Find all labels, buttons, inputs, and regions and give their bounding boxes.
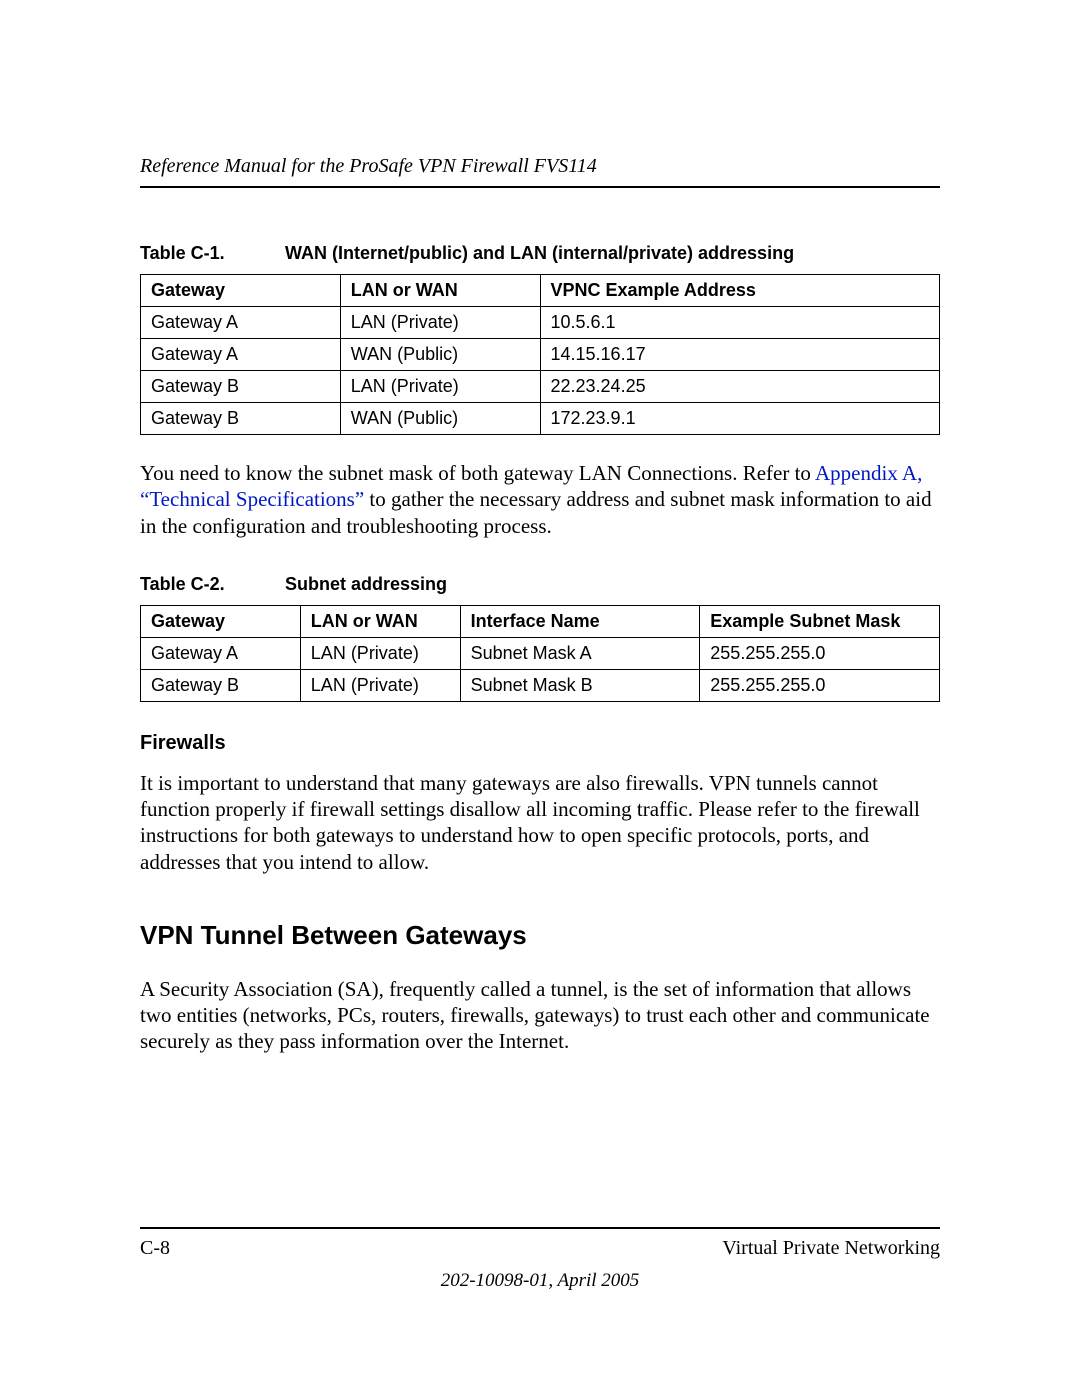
table-header-cell: VPNC Example Address bbox=[540, 275, 940, 307]
table-cell: 14.15.16.17 bbox=[540, 339, 940, 371]
table-cell: LAN (Private) bbox=[340, 371, 540, 403]
document-page: Reference Manual for the ProSafe VPN Fir… bbox=[0, 0, 1080, 1397]
paragraph-vpn-tunnel: A Security Association (SA), frequently … bbox=[140, 976, 940, 1055]
heading-firewalls: Firewalls bbox=[140, 732, 940, 755]
table-row: Gateway A LAN (Private) 10.5.6.1 bbox=[141, 307, 940, 339]
table-header-cell: Interface Name bbox=[460, 605, 700, 637]
table-cell: 10.5.6.1 bbox=[540, 307, 940, 339]
table-cell: Subnet Mask B bbox=[460, 669, 700, 701]
table-row: Gateway A LAN (Private) Subnet Mask A 25… bbox=[141, 637, 940, 669]
page-footer: C-8 Virtual Private Networking 202-10098… bbox=[140, 1227, 940, 1292]
table-c1-number: Table C-1. bbox=[140, 243, 280, 264]
table-header-cell: Example Subnet Mask bbox=[700, 605, 940, 637]
table-cell: 255.255.255.0 bbox=[700, 637, 940, 669]
table-row: Gateway B LAN (Private) 22.23.24.25 bbox=[141, 371, 940, 403]
table-cell: Gateway B bbox=[141, 669, 301, 701]
table-cell: Gateway A bbox=[141, 307, 341, 339]
table-c2-title: Subnet addressing bbox=[285, 574, 447, 594]
table-cell: 22.23.24.25 bbox=[540, 371, 940, 403]
table-row: Gateway B LAN (Private) Subnet Mask B 25… bbox=[141, 669, 940, 701]
table-c1: Gateway LAN or WAN VPNC Example Address … bbox=[140, 274, 940, 435]
footer-rule bbox=[140, 1227, 940, 1229]
table-cell: LAN (Private) bbox=[300, 637, 460, 669]
table-header-cell: Gateway bbox=[141, 605, 301, 637]
table-cell: WAN (Public) bbox=[340, 339, 540, 371]
table-cell: Subnet Mask A bbox=[460, 637, 700, 669]
table-row: Gateway LAN or WAN VPNC Example Address bbox=[141, 275, 940, 307]
table-row: Gateway B WAN (Public) 172.23.9.1 bbox=[141, 403, 940, 435]
table-row: Gateway LAN or WAN Interface Name Exampl… bbox=[141, 605, 940, 637]
table-cell: 255.255.255.0 bbox=[700, 669, 940, 701]
table-cell: Gateway B bbox=[141, 403, 341, 435]
footer-section-title: Virtual Private Networking bbox=[722, 1237, 940, 1260]
text-fragment: You need to know the subnet mask of both… bbox=[140, 461, 815, 485]
paragraph-firewalls: It is important to understand that many … bbox=[140, 770, 940, 875]
footer-page-number: C-8 bbox=[140, 1237, 170, 1260]
table-row: Gateway A WAN (Public) 14.15.16.17 bbox=[141, 339, 940, 371]
table-c2-caption: Table C-2. Subnet addressing bbox=[140, 574, 940, 595]
paragraph-subnet-mask-note: You need to know the subnet mask of both… bbox=[140, 460, 940, 539]
table-cell: Gateway B bbox=[141, 371, 341, 403]
table-c2-number: Table C-2. bbox=[140, 574, 280, 595]
table-cell: 172.23.9.1 bbox=[540, 403, 940, 435]
table-cell: Gateway A bbox=[141, 339, 341, 371]
table-cell: LAN (Private) bbox=[340, 307, 540, 339]
table-c2: Gateway LAN or WAN Interface Name Exampl… bbox=[140, 605, 940, 702]
running-header: Reference Manual for the ProSafe VPN Fir… bbox=[140, 155, 940, 178]
table-header-cell: LAN or WAN bbox=[300, 605, 460, 637]
heading-vpn-tunnel: VPN Tunnel Between Gateways bbox=[140, 920, 940, 951]
table-cell: Gateway A bbox=[141, 637, 301, 669]
table-cell: WAN (Public) bbox=[340, 403, 540, 435]
table-header-cell: Gateway bbox=[141, 275, 341, 307]
table-cell: LAN (Private) bbox=[300, 669, 460, 701]
table-c1-caption: Table C-1. WAN (Internet/public) and LAN… bbox=[140, 243, 940, 264]
table-header-cell: LAN or WAN bbox=[340, 275, 540, 307]
table-c1-title: WAN (Internet/public) and LAN (internal/… bbox=[285, 243, 794, 263]
header-rule bbox=[140, 186, 940, 188]
footer-doc-rev: 202-10098-01, April 2005 bbox=[140, 1270, 940, 1292]
